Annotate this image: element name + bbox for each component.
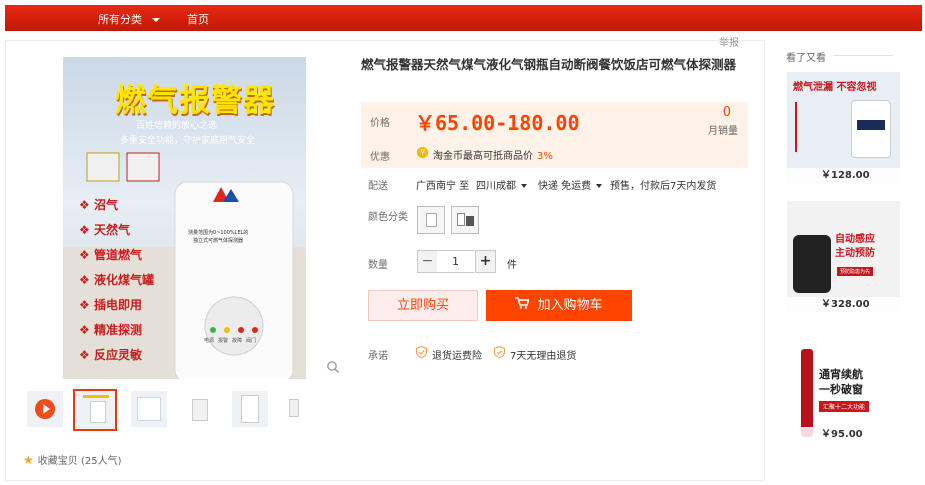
sidebar-item-headline: 自动感应 xyxy=(835,234,875,245)
led-label: 故障 xyxy=(232,338,243,344)
price-label: 价格 xyxy=(370,118,390,129)
thumbnail-video[interactable] xyxy=(27,391,63,427)
ship-to-select[interactable]: 四川成都 xyxy=(476,177,527,192)
led-label: 报警 xyxy=(218,338,229,344)
sidebar-item-headline: 一秒破窗 xyxy=(819,383,863,396)
feature-item: ❖ 管道燃气 xyxy=(79,248,142,262)
home-link[interactable]: 首页 xyxy=(187,11,209,27)
price-panel: 价格 ￥65.00-180.00 0 月销量 优惠 ¥ 淘金币最高可抵商品价 3% xyxy=(361,102,748,168)
all-categories-label: 所有分类 xyxy=(98,13,142,26)
fire-icon: ❖ xyxy=(79,323,90,337)
sidebar-item-headline: 燃气泄漏 xyxy=(793,82,833,93)
favorite-label: 收藏宝贝 xyxy=(37,456,78,467)
sidebar-item-tag: 预防隐患为先 xyxy=(837,267,874,276)
promise-label: 承诺 xyxy=(368,351,388,362)
fire-icon: ❖ xyxy=(79,198,90,212)
price-value: ￥65.00-180.00 xyxy=(415,111,580,135)
led-label: 阀门 xyxy=(246,338,257,344)
top-nav-bar: 所有分类 首页 xyxy=(5,5,922,31)
color-option[interactable] xyxy=(417,206,445,234)
promo-percent: 3% xyxy=(537,151,553,162)
decrement-button[interactable]: − xyxy=(417,250,438,273)
sidebar-item-price: ￥128.00 xyxy=(787,168,900,184)
fire-icon: ❖ xyxy=(79,223,90,237)
sidebar-item-tag: 汇聚十二大功能 xyxy=(819,401,870,412)
play-icon xyxy=(35,399,55,419)
chevron-down-icon xyxy=(596,184,603,188)
sidebar-item-headline: 不容忽视 xyxy=(836,82,877,93)
ship-note: 预售，付款后7天内发货 xyxy=(610,181,717,192)
sidebar-item-price: ￥328.00 xyxy=(787,297,900,313)
color-option[interactable] xyxy=(451,206,479,234)
all-categories-menu[interactable]: 所有分类 xyxy=(98,11,160,27)
device-label-2: 独立式可燃气体探测器 xyxy=(193,238,244,244)
promise-freight-insurance[interactable]: 退货运费险 xyxy=(432,347,482,362)
sidebar-divider xyxy=(833,55,893,56)
thumbnail-image[interactable] xyxy=(131,391,167,427)
feature-item: ❖ 沼气 xyxy=(79,198,118,212)
chevron-down-icon xyxy=(521,184,527,188)
device-label-1: 测量范围为0~100%LEL的 xyxy=(188,230,249,236)
favorite-count: (25人气) xyxy=(80,456,122,467)
thumbnail-image[interactable] xyxy=(232,391,268,427)
shipping-label: 配送 xyxy=(368,181,388,192)
sidebar-title: 看了又看 xyxy=(786,53,826,64)
color-label: 颜色分类 xyxy=(368,212,408,223)
sidebar-item-headline: 通宵续航 xyxy=(819,368,863,381)
feature-item: ❖ 精准探测 xyxy=(79,323,142,337)
sidebar-item-price: ￥95.00 xyxy=(787,427,900,443)
fire-icon: ❖ xyxy=(79,273,90,287)
quantity-label: 数量 xyxy=(368,260,388,271)
cart-icon xyxy=(515,290,531,321)
add-to-cart-label: 加入购物车 xyxy=(537,298,603,313)
feature-item: ❖ 天然气 xyxy=(79,223,130,237)
fire-icon: ❖ xyxy=(79,298,90,312)
report-link[interactable]: 举报 xyxy=(719,34,739,49)
thumbnail-image[interactable] xyxy=(182,391,218,427)
promo-text: 淘金币最高可抵商品价 3% xyxy=(433,151,553,162)
thumbnail-image[interactable] xyxy=(283,391,305,427)
sidebar-item[interactable]: 自动感应主动预防 预防隐患为先 ￥328.00 xyxy=(787,201,900,313)
feature-item: ❖ 反应灵敏 xyxy=(79,348,142,362)
main-product-image[interactable]: 燃气报警器 百姓信赖的放心之选 多重安全功能，守护家庭用气安全 测量范围为0~1… xyxy=(63,57,306,379)
feature-item: ❖ 插电即用 xyxy=(79,298,142,312)
sidebar-item[interactable]: 燃气泄漏 不容忽视 ￥128.00 xyxy=(787,72,900,184)
shield-icon xyxy=(494,346,505,358)
quantity-unit: 件 xyxy=(507,260,517,271)
ship-from: 广西南宁 至 xyxy=(416,181,470,192)
product-title: 燃气报警器天然气煤气液化气钢瓶自动断阀餐饮饭店可燃气体探测器 xyxy=(361,57,737,72)
led-label: 电源 xyxy=(204,338,215,344)
fire-icon: ❖ xyxy=(79,248,90,262)
shield-icon xyxy=(416,346,427,358)
thumbnail-image[interactable] xyxy=(73,389,117,431)
sales-label: 月销量 xyxy=(708,126,738,137)
sidebar-item[interactable]: 通宵续航一秒破窗 汇聚十二大功能 ￥95.00 xyxy=(787,331,900,443)
zoom-icon[interactable] xyxy=(326,360,340,374)
add-to-cart-button[interactable]: 加入购物车 xyxy=(486,290,632,321)
sidebar-item-headline: 主动预防 xyxy=(835,248,875,259)
promise-7day-return[interactable]: 7天无理由退货 xyxy=(510,347,576,362)
fire-icon: ❖ xyxy=(79,348,90,362)
promo-label: 优惠 xyxy=(370,152,390,163)
feature-item: ❖ 液化煤气罐 xyxy=(79,273,154,287)
buy-now-button[interactable]: 立即购买 xyxy=(368,290,478,321)
image-subline-2: 多重安全功能，守护家庭用气安全 xyxy=(120,136,256,146)
image-subline-1: 百姓信赖的放心之选 xyxy=(136,121,218,131)
image-headline: 燃气报警器 xyxy=(115,83,275,119)
ship-method-select[interactable]: 快递 免运费 xyxy=(538,177,603,192)
favorite-link[interactable]: ★ 收藏宝贝 (25人气) xyxy=(23,452,121,467)
star-icon: ★ xyxy=(23,453,34,467)
quantity-input[interactable] xyxy=(437,250,474,273)
chevron-down-icon xyxy=(152,18,160,22)
coin-icon: ¥ xyxy=(417,147,428,158)
increment-button[interactable]: + xyxy=(475,250,496,273)
sales-count: 0 xyxy=(722,105,731,120)
